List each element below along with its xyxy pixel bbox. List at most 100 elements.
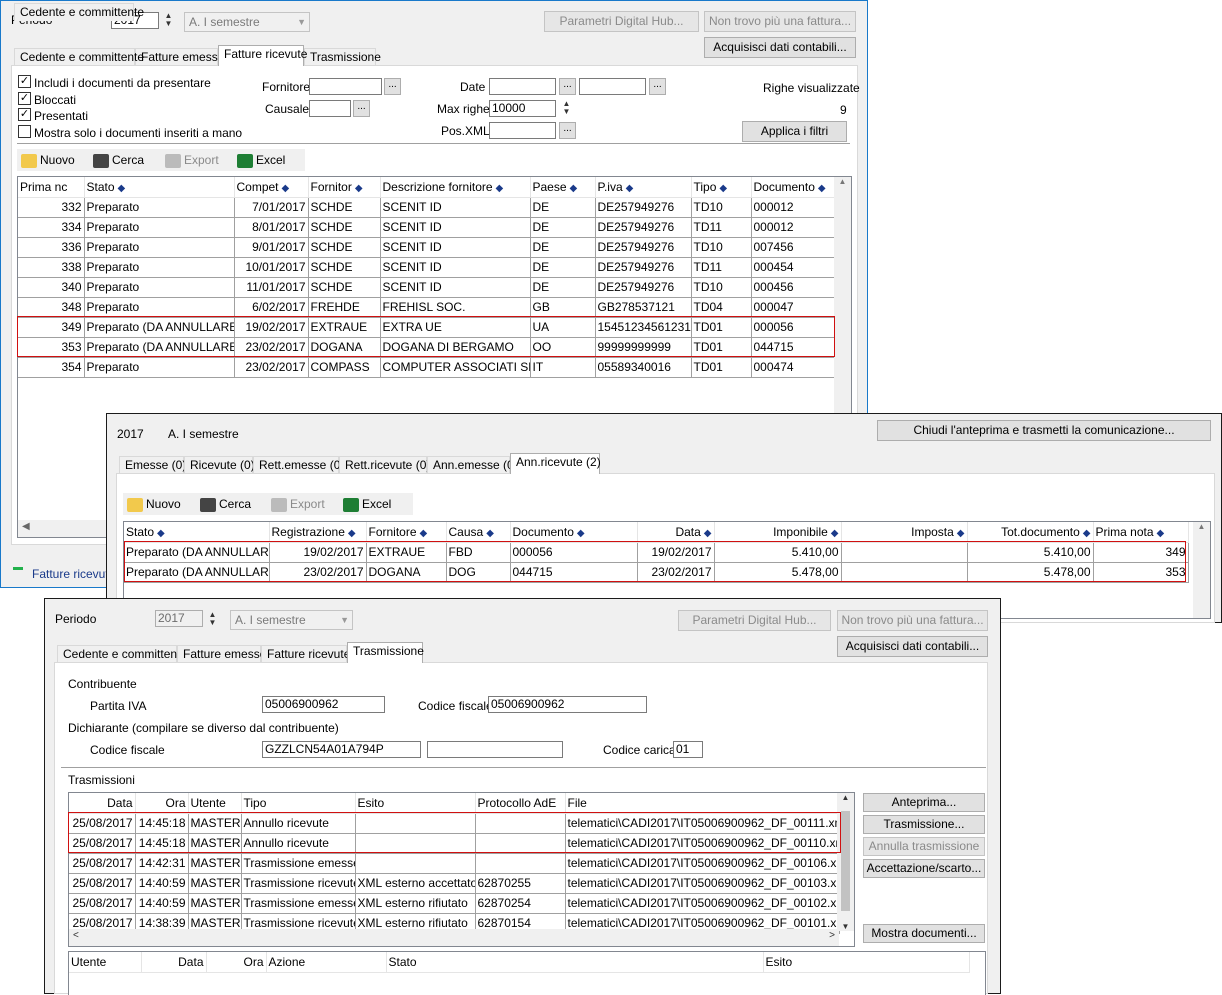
- nuovo-button[interactable]: Nuovo: [127, 493, 181, 515]
- col-imponibile[interactable]: Imponibile ◆: [714, 522, 842, 543]
- mostra-documenti-button[interactable]: Mostra documenti...: [863, 924, 985, 943]
- tab-rett-ricevute[interactable]: Rett.ricevute (0): [339, 456, 430, 474]
- semester-select[interactable]: A. I semestre ▼: [184, 12, 310, 32]
- col-file[interactable]: File: [565, 793, 840, 814]
- col-prima-nota[interactable]: Prima nota ◆: [1093, 522, 1189, 543]
- col-documento[interactable]: Documento ◆: [510, 522, 638, 543]
- tab-fatture-emesse[interactable]: Fatture emesse: [135, 48, 224, 66]
- date-to-button[interactable]: ...: [649, 78, 666, 95]
- col-fornitore[interactable]: Fornitore ◆: [366, 522, 447, 543]
- fattura-row[interactable]: 338 Preparato 10/01/2017 SCHDE SCENIT ID DE DE…: [18, 257, 836, 278]
- tab-fatture-emesse[interactable]: Fatture emesse: [177, 645, 266, 663]
- col-fornitore[interactable]: Fornitor ◆: [308, 177, 381, 198]
- col-causa[interactable]: Causa ◆: [446, 522, 511, 543]
- date-from-input[interactable]: [489, 78, 556, 95]
- export-button[interactable]: Export: [271, 493, 325, 515]
- col-imposta[interactable]: Imposta ◆: [841, 522, 968, 543]
- date-to-input[interactable]: [579, 78, 646, 95]
- col-competenza[interactable]: Compet ◆: [234, 177, 309, 198]
- max-righe-input[interactable]: 10000: [489, 100, 556, 117]
- col-documento[interactable]: Documento ◆: [751, 177, 836, 198]
- col-utente[interactable]: Utente: [188, 793, 242, 814]
- acquisisci-dati-button[interactable]: Acquisisci dati contabili...: [837, 636, 988, 657]
- col-tipo[interactable]: Tipo ◆: [691, 177, 752, 198]
- trasmissione-button[interactable]: Trasmissione...: [863, 815, 985, 834]
- year-spinner[interactable]: ▲ ▼: [163, 12, 174, 30]
- tab-fatture-ricevute[interactable]: Fatture ricevute: [218, 45, 307, 66]
- fattura-row[interactable]: 340 Preparato 11/01/2017 SCHDE SCENIT ID DE DE…: [18, 277, 836, 298]
- tab-cedente[interactable]: Cedente e committente: [14, 3, 144, 21]
- vertical-scrollbar[interactable]: ▲ ▼: [837, 793, 854, 931]
- col-stato[interactable]: Stato ◆: [124, 522, 270, 543]
- annullo-row[interactable]: Preparato (DA ANNULLARE) 23/02/2017 DOGANA…: [124, 562, 1189, 583]
- trasmissione-row[interactable]: 25/08/2017 14:45:18 MASTER Annullo ricevute…: [69, 813, 840, 834]
- trasmissione-row[interactable]: 25/08/2017 14:40:59 MASTER Trasmissione ric…: [69, 873, 840, 894]
- pos-xml-input[interactable]: [489, 122, 556, 139]
- excel-button[interactable]: Excel: [343, 493, 391, 515]
- col-stato[interactable]: Stato: [386, 952, 764, 973]
- max-righe-spinner[interactable]: ▲ ▼: [561, 100, 572, 118]
- semester-select[interactable]: A. I semestre ▼: [230, 610, 353, 630]
- scroll-down-icon[interactable]: ▼: [837, 922, 854, 931]
- fattura-row[interactable]: 332 Preparato 7/01/2017 SCHDE SCENIT ID DE DE2…: [18, 197, 836, 218]
- col-data[interactable]: Data: [141, 952, 207, 973]
- trasmissione-row[interactable]: 25/08/2017 14:40:59 MASTER Trasmissione eme…: [69, 893, 840, 914]
- tab-fatture-ricevute[interactable]: Fatture ricevute: [261, 645, 350, 663]
- presentati-checkbox[interactable]: ✓: [18, 108, 31, 121]
- col-protocollo[interactable]: Protocollo AdE: [475, 793, 566, 814]
- tab-cedente-bg[interactable]: Cedente e committente: [14, 48, 144, 66]
- col-piva[interactable]: P.iva ◆: [595, 177, 692, 198]
- cerca-button[interactable]: Cerca: [200, 493, 251, 515]
- tab-rett-emesse[interactable]: Rett.emesse (0): [253, 456, 344, 474]
- annullo-row[interactable]: Preparato (DA ANNULLARE) 19/02/2017 EXTRAU…: [124, 542, 1189, 563]
- causale-input[interactable]: [309, 100, 351, 117]
- scroll-left-icon[interactable]: ◀: [22, 521, 30, 532]
- codice-fiscale-input[interactable]: 05006900962: [488, 696, 647, 713]
- col-ora[interactable]: Ora: [206, 952, 267, 973]
- excel-button[interactable]: Excel: [237, 149, 285, 171]
- acquisisci-dati-button[interactable]: Acquisisci dati contabili...: [704, 37, 856, 58]
- pos-xml-button[interactable]: ...: [559, 122, 576, 139]
- col-data[interactable]: Data: [69, 793, 136, 814]
- col-tot-documento[interactable]: Tot.documento ◆: [967, 522, 1094, 543]
- scroll-up-icon[interactable]: ▲: [1193, 522, 1210, 531]
- tab-emesse[interactable]: Emesse (0): [119, 456, 186, 474]
- col-tipo[interactable]: Tipo: [241, 793, 356, 814]
- partita-iva-input[interactable]: 05006900962: [262, 696, 385, 713]
- export-button[interactable]: Export: [165, 149, 219, 171]
- col-registrazione[interactable]: Registrazione ◆: [269, 522, 367, 543]
- col-utente[interactable]: Utente: [69, 952, 142, 973]
- nuovo-button[interactable]: Nuovo: [21, 149, 75, 171]
- year-spinner[interactable]: ▲ ▼: [207, 611, 218, 629]
- chiudi-anteprima-button[interactable]: Chiudi l'anteprima e trasmetti la comuni…: [877, 420, 1211, 441]
- col-stato[interactable]: Stato ◆: [84, 177, 235, 198]
- scroll-up-icon[interactable]: ▲: [834, 177, 851, 186]
- col-descrizione[interactable]: Descrizione fornitore ◆: [380, 177, 531, 198]
- annulla-trasmissione-button[interactable]: Annulla trasmissione: [863, 837, 985, 856]
- col-esito[interactable]: Esito: [763, 952, 970, 973]
- tab-ann-ricevute[interactable]: Ann.ricevute (2): [510, 453, 601, 474]
- trasmissione-row[interactable]: 25/08/2017 14:42:31 MASTER Trasmissione eme…: [69, 853, 840, 874]
- fattura-row[interactable]: 336 Preparato 9/01/2017 SCHDE SCENIT ID DE DE2…: [18, 237, 836, 258]
- col-prima-nota[interactable]: Prima nc: [18, 177, 85, 198]
- fornitore-lookup-button[interactable]: ...: [384, 78, 401, 95]
- parametri-digital-hub-button[interactable]: Parametri Digital Hub...: [678, 610, 831, 631]
- date-from-button[interactable]: ...: [559, 78, 576, 95]
- horizontal-scrollbar[interactable]: < >: [69, 929, 839, 946]
- col-ora[interactable]: Ora: [135, 793, 189, 814]
- cerca-button[interactable]: Cerca: [93, 149, 144, 171]
- tab-ann-emesse[interactable]: Ann.emesse (0): [427, 456, 518, 474]
- bloccati-checkbox[interactable]: ✓: [18, 92, 31, 105]
- fattura-row[interactable]: 349 Preparato (DA ANNULLARE) 19/02/2017 EXT…: [18, 317, 836, 338]
- anteprima-button[interactable]: Anteprima...: [863, 793, 985, 812]
- accettazione-scarto-button[interactable]: Accettazione/scarto...: [863, 859, 985, 878]
- fornitore-input[interactable]: [309, 78, 382, 95]
- trasmissione-row[interactable]: 25/08/2017 14:45:18 MASTER Annullo ricevute…: [69, 833, 840, 854]
- scroll-up-icon[interactable]: ▲: [837, 793, 854, 802]
- tab-trasmissione[interactable]: Trasmissione: [304, 48, 381, 66]
- dichiarante-extra-input[interactable]: [427, 741, 563, 758]
- non-trovo-fattura-button[interactable]: Non trovo più una fattura...: [704, 11, 856, 32]
- scroll-right-icon[interactable]: >: [829, 930, 835, 941]
- fattura-row[interactable]: 348 Preparato 6/02/2017 FREHDE FREHISL SOC. G…: [18, 297, 836, 318]
- year-field[interactable]: 2017: [155, 610, 203, 627]
